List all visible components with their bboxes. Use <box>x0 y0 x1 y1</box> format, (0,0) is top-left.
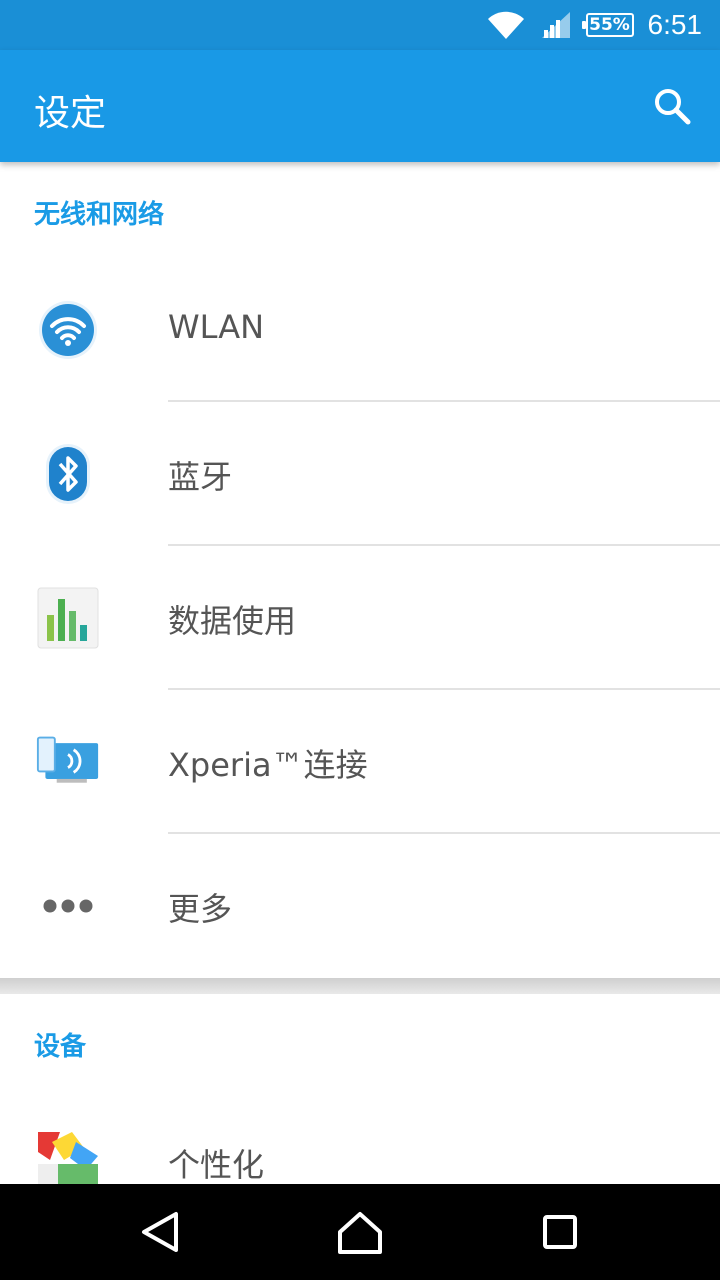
battery-level: 55% <box>589 15 630 35</box>
home-button[interactable] <box>336 1208 384 1256</box>
battery-icon: 55% <box>581 13 634 37</box>
back-button[interactable] <box>136 1208 184 1256</box>
settings-item-data-usage[interactable]: 数据使用 <box>0 546 720 690</box>
section-separator <box>0 978 720 994</box>
section-header-device: 设备 <box>34 1032 87 1062</box>
bluetooth-icon <box>36 442 100 506</box>
cell-signal-icon <box>541 12 570 38</box>
recents-icon <box>543 1215 577 1249</box>
search-icon <box>655 89 691 125</box>
personalization-icon <box>36 1130 100 1184</box>
data-usage-icon <box>36 586 100 650</box>
section-header-wireless: 无线和网络 <box>34 200 165 230</box>
settings-item-label: 更多 <box>168 890 233 928</box>
wifi-settings-icon <box>36 298 100 362</box>
search-button[interactable] <box>648 82 696 130</box>
home-icon <box>338 1212 382 1254</box>
settings-item-personalization[interactable]: 个性化 <box>0 1090 720 1184</box>
settings-item-xperia-connectivity[interactable]: Xperia™连接 <box>0 690 720 834</box>
settings-item-more[interactable]: 更多 <box>0 834 720 978</box>
settings-item-label: 蓝牙 <box>168 458 233 496</box>
navigation-bar <box>0 1184 720 1280</box>
settings-item-label: WLAN <box>168 308 265 346</box>
recents-button[interactable] <box>536 1208 584 1256</box>
settings-item-label: Xperia™连接 <box>168 746 368 784</box>
clock: 6:51 <box>647 9 703 40</box>
page-title: 设定 <box>34 93 107 134</box>
settings-item-label: 数据使用 <box>168 602 297 640</box>
xperia-connectivity-icon <box>36 730 100 794</box>
app-bar: 设定 <box>0 50 720 162</box>
settings-list: 无线和网络 WLAN 蓝牙 数据使用 Xperia™连接 更多 设备 个性化 <box>0 162 720 1184</box>
back-icon <box>142 1212 178 1252</box>
status-bar: 55% 6:51 <box>0 0 720 50</box>
settings-item-bluetooth[interactable]: 蓝牙 <box>0 402 720 546</box>
settings-item-wlan[interactable]: WLAN <box>0 258 720 402</box>
status-icons: 55% 6:51 <box>486 0 703 50</box>
wifi-icon <box>487 11 524 39</box>
more-dots-icon <box>36 874 100 938</box>
settings-item-label: 个性化 <box>168 1146 265 1184</box>
